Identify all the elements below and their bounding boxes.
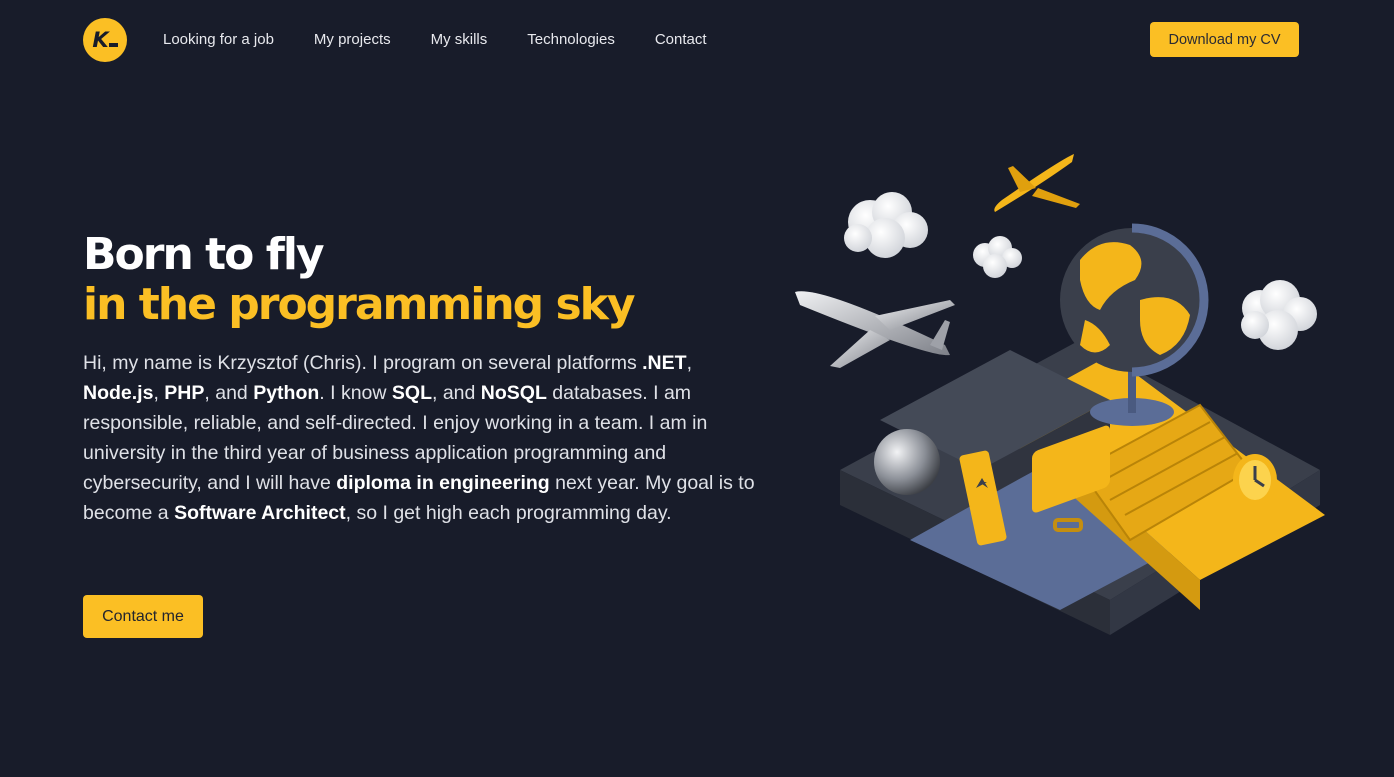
intro-highlight: Software Architect xyxy=(174,502,346,524)
airplane-icon xyxy=(795,291,955,368)
intro-segment: . I know xyxy=(319,382,392,404)
intro-highlight: SQL xyxy=(391,382,432,404)
nav-link-contact[interactable]: Contact xyxy=(655,30,707,50)
hero-title-line2: in the programming sky xyxy=(83,279,636,330)
intro-segment: , and xyxy=(204,382,254,404)
cloud-icon xyxy=(973,236,1022,278)
hero-section: Born to fly in the programming sky Hi, m… xyxy=(83,230,763,528)
nav-link-my-projects[interactable]: My projects xyxy=(314,30,391,50)
hero-intro-text: Hi, my name is Krzysztof (Chris). I prog… xyxy=(83,348,755,528)
contact-me-button[interactable]: Contact me xyxy=(83,595,203,638)
intro-highlight: diploma in engineering xyxy=(336,472,550,494)
cloud-icon xyxy=(1241,280,1317,350)
intro-highlight: Node.js xyxy=(83,382,154,404)
travel-illustration xyxy=(795,154,1325,635)
logo-text: K xyxy=(92,28,108,52)
logo-icon[interactable]: K xyxy=(83,18,127,62)
intro-segment: Hi, my name is Krzysztof (Chris). I prog… xyxy=(83,352,643,374)
nav-links: Looking for a job My projects My skills … xyxy=(163,30,747,50)
intro-segment: , so I get high each programming day. xyxy=(345,502,672,524)
intro-highlight: NoSQL xyxy=(480,382,547,404)
intro-highlight: .NET xyxy=(642,352,687,374)
nav-link-looking-for-a-job[interactable]: Looking for a job xyxy=(163,30,274,50)
download-cv-button[interactable]: Download my CV xyxy=(1150,22,1299,57)
intro-segment: , xyxy=(153,382,165,404)
intro-segment: , and xyxy=(432,382,481,404)
intro-highlight: Python xyxy=(253,382,320,404)
top-navigation: K Looking for a job My projects My skill… xyxy=(0,0,1394,80)
airplane-icon xyxy=(994,154,1080,212)
nav-link-my-skills[interactable]: My skills xyxy=(431,30,488,50)
clock-icon xyxy=(1233,454,1277,506)
hero-title-line1: Born to fly xyxy=(83,229,325,280)
sphere-icon xyxy=(874,429,940,495)
intro-highlight: PHP xyxy=(164,382,205,404)
intro-segment: , xyxy=(686,352,692,374)
nav-link-technologies[interactable]: Technologies xyxy=(527,30,615,50)
cloud-icon xyxy=(844,192,928,258)
